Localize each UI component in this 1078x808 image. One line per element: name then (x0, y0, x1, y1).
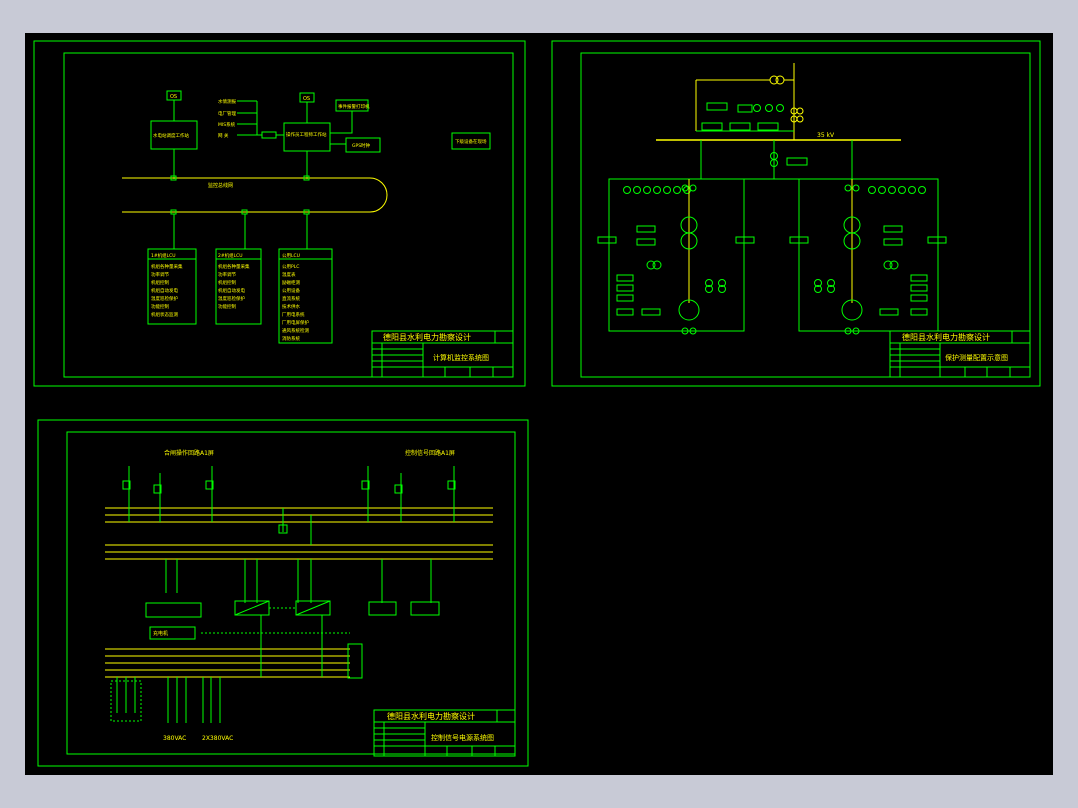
lcu2-item: 功能控制 (218, 303, 236, 310)
sheet2-drawing-title: 保护测量配置示意图 (945, 353, 1008, 362)
lcu-text-group: 1#机组LCU机组各种量采集功率调节机组控制机组自动发电温度巡检保护功能控制机组… (151, 252, 309, 342)
sheet3-inner-border (66, 431, 516, 755)
battery-box (145, 602, 202, 618)
left-unit (597, 178, 755, 335)
charger-label: 充电机 (153, 630, 168, 637)
printer-label: 事件报警打印机 (338, 103, 370, 110)
lcu1-item: 机组各种量采集 (151, 263, 183, 270)
lcu3-item: 消防系统 (282, 335, 300, 342)
lcu3-item: 公用设备 (282, 287, 300, 294)
ws2-os-label: OS (303, 96, 310, 102)
network-bus (122, 177, 388, 213)
lcu3-title: 公用LCU (282, 253, 300, 259)
ac-bus (105, 648, 350, 678)
lcu2-box (215, 248, 262, 325)
input-label-3: 网 关 (218, 132, 229, 139)
lcu2-item: 机组控制 (218, 279, 236, 286)
left-header: 合闸操作回路A1屏 (164, 449, 214, 457)
sheet-computer-monitoring: 德阳县水利电力勘察设计 计算机监控系统图 OS 水电站调度工作站 OS 操作员工… (33, 40, 526, 387)
legend-label: 下级设备在现场 (455, 138, 487, 145)
sheet-control-power: 德阳县水利电力勘察设计 控制信号电源系统图 合闸操作回路A1屏 控制信号回路A1… (37, 419, 529, 767)
ws2-box-label: 操作员工程师工作站 (286, 131, 327, 138)
right-unit (789, 178, 947, 335)
sheet1-drawing-title: 计算机监控系统图 (433, 353, 489, 362)
lcu1-item: 机组自动发电 (151, 287, 178, 294)
load-box-2 (410, 601, 440, 616)
left-foot-label: 380VAC (163, 735, 186, 742)
dc-bus-top (105, 507, 493, 560)
ws1-os-label: OS (170, 94, 177, 100)
lcu2-item: 机组自动发电 (218, 287, 245, 294)
lcu1-title: 1#机组LCU (151, 252, 176, 259)
lcu3-item: 温度表 (282, 271, 296, 278)
sheet2-inner-border (580, 52, 1031, 378)
ws2-input-lines (237, 100, 284, 139)
lcu1-item: 机组状态监测 (151, 311, 178, 318)
ac-panel (347, 643, 363, 679)
lcu2-item: 机组各种量采集 (218, 263, 250, 270)
sheet1-org-text: 德阳县水利电力勘察设计 (383, 332, 471, 342)
right-foot-label: 2X380VAC (202, 735, 233, 742)
bottom-breakers (110, 677, 221, 723)
lcu3-item: 厂用电屏保护 (282, 319, 309, 326)
lcu3-item: 技术供水 (282, 303, 300, 310)
load-box-1 (368, 601, 397, 616)
lcu1-item: 功能控制 (151, 303, 169, 310)
sheet3-drawing-title: 控制信号电源系统图 (431, 733, 494, 742)
feeders-right (361, 466, 456, 522)
input-label-2: MIS系统 (218, 121, 236, 128)
lcu1-item: 功率调节 (151, 271, 169, 278)
sheet2-org-text: 德阳县水利电力勘察设计 (902, 332, 990, 342)
lcu1-item: 温度巡检保护 (151, 295, 178, 302)
network-label: 监控总线网 (208, 182, 233, 189)
cad-canvas[interactable]: 德阳县水利电力勘察设计 计算机监控系统图 OS 水电站调度工作站 OS 操作员工… (25, 33, 1053, 775)
lcu3-item: 直流系统 (282, 295, 300, 302)
lcu3-item: 通风系统检测 (282, 327, 309, 334)
gps-label: GPS时钟 (352, 142, 371, 149)
ws1-box-label: 水电站调度工作站 (153, 132, 189, 139)
lcu3-item: 公用PLC (282, 264, 299, 270)
lcu2-item: 温度巡检保护 (218, 295, 245, 302)
feeders-left (122, 466, 214, 522)
bus-label: 35 kV (817, 132, 835, 139)
lcu1-item: 机组控制 (151, 279, 169, 286)
sheet-protection-measurement: 德阳县水利电力勘察设计 保护测量配置示意图 35 kV (551, 40, 1041, 387)
lcu2-item: 功率调节 (218, 271, 236, 278)
right-header: 控制信号回路A1屏 (405, 449, 455, 457)
input-label-0: 水情测报 (218, 98, 236, 105)
lcu3-item: 厂用电系统 (282, 311, 305, 318)
lcu2-title: 2#机组LCU (218, 252, 243, 259)
lcu3-item: 励磁柜测 (282, 279, 300, 286)
sheet3-org-text: 德阳县水利电力勘察设计 (387, 711, 475, 721)
input-label-1: 电厂管理 (218, 110, 236, 117)
